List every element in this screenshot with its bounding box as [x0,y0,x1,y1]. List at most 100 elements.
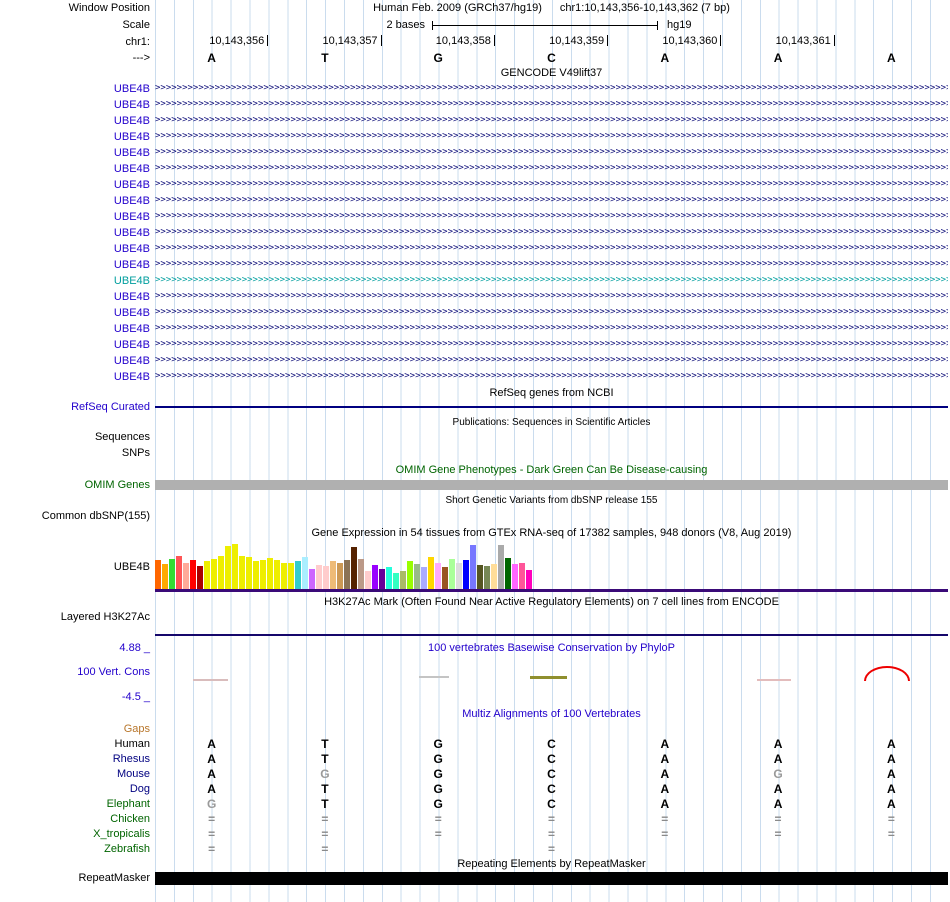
gencode-transcript-row[interactable]: UBE4B >>>>>>>>>>>>>>>>>>>>>>>>>>>>>>>>>>>… [0,113,950,129]
species-name-label[interactable]: Elephant [0,797,150,812]
species-alignment-row[interactable]: Elephant G T G C A A A [0,797,950,812]
gencode-transcript-row[interactable]: UBE4B >>>>>>>>>>>>>>>>>>>>>>>>>>>>>>>>>>>… [0,193,950,209]
intron-direction-arrows[interactable]: >>>>>>>>>>>>>>>>>>>>>>>>>>>>>>>>>>>>>>>>… [155,305,948,321]
gene-name-label[interactable]: UBE4B [0,97,150,113]
gtex-tissue-bar[interactable] [365,571,371,590]
gtex-tissue-bar[interactable] [372,565,378,590]
gtex-tissue-bar[interactable] [505,558,511,590]
gtex-tissue-bar[interactable] [204,561,210,590]
gene-name-label[interactable]: UBE4B [0,145,150,161]
gene-name-label[interactable]: UBE4B [0,113,150,129]
gtex-tissue-bar[interactable] [463,560,469,590]
gtex-tissue-bar[interactable] [246,557,252,590]
intron-direction-arrows[interactable]: >>>>>>>>>>>>>>>>>>>>>>>>>>>>>>>>>>>>>>>>… [155,257,948,273]
gtex-tissue-bar[interactable] [400,571,406,590]
intron-direction-arrows[interactable]: >>>>>>>>>>>>>>>>>>>>>>>>>>>>>>>>>>>>>>>>… [155,353,948,369]
gene-name-label[interactable]: UBE4B [0,273,150,289]
refseq-curated-row[interactable]: RefSeq Curated [0,400,950,414]
gtex-tissue-bar[interactable] [442,567,448,590]
omim-genes-track[interactable] [155,478,948,493]
gencode-transcript-row[interactable]: UBE4B >>>>>>>>>>>>>>>>>>>>>>>>>>>>>>>>>>>… [0,353,950,369]
repeatmasker-element-bar[interactable] [155,872,948,885]
species-alignment-row[interactable]: Rhesus A T G C A A A [0,752,950,767]
gencode-transcript-row[interactable]: UBE4B >>>>>>>>>>>>>>>>>>>>>>>>>>>>>>>>>>>… [0,369,950,385]
gtex-tissue-bar[interactable] [218,556,224,590]
species-alignment-row[interactable]: Zebrafish = = = [0,842,950,857]
gtex-tissue-bar[interactable] [393,573,399,590]
gtex-tissue-bar[interactable] [253,561,259,590]
gencode-transcript-row[interactable]: UBE4B >>>>>>>>>>>>>>>>>>>>>>>>>>>>>>>>>>>… [0,241,950,257]
gencode-transcript-row[interactable]: UBE4B >>>>>>>>>>>>>>>>>>>>>>>>>>>>>>>>>>>… [0,177,950,193]
intron-direction-arrows[interactable]: >>>>>>>>>>>>>>>>>>>>>>>>>>>>>>>>>>>>>>>>… [155,289,948,305]
gtex-tissue-bar[interactable] [456,563,462,590]
intron-direction-arrows[interactable]: >>>>>>>>>>>>>>>>>>>>>>>>>>>>>>>>>>>>>>>>… [155,369,948,385]
gene-name-label[interactable]: UBE4B [0,225,150,241]
refseq-gene-line[interactable] [155,406,948,408]
omim-genes-row[interactable]: OMIM Genes [0,478,950,493]
species-name-label[interactable]: Human [0,737,150,752]
gtex-tissue-bar[interactable] [155,560,161,590]
repeatmasker-label[interactable]: RepeatMasker [0,871,150,886]
intron-direction-arrows[interactable]: >>>>>>>>>>>>>>>>>>>>>>>>>>>>>>>>>>>>>>>>… [155,337,948,353]
gtex-tissue-bar[interactable] [407,561,413,590]
intron-direction-arrows[interactable]: >>>>>>>>>>>>>>>>>>>>>>>>>>>>>>>>>>>>>>>>… [155,113,948,129]
omim-gene-bar[interactable] [155,480,948,490]
phylop-label[interactable]: 100 Vert. Cons [0,665,150,680]
gtex-tissue-bar[interactable] [519,563,525,590]
gene-name-label[interactable]: UBE4B [0,241,150,257]
gencode-transcript-row[interactable]: UBE4B >>>>>>>>>>>>>>>>>>>>>>>>>>>>>>>>>>>… [0,321,950,337]
gene-name-label[interactable]: UBE4B [0,177,150,193]
gene-name-label[interactable]: UBE4B [0,161,150,177]
multiz-gaps-row[interactable]: Gaps [0,722,950,736]
gtex-gene-label[interactable]: UBE4B [0,560,150,575]
gtex-tissue-bar[interactable] [211,559,217,590]
gtex-tissue-bar[interactable] [274,560,280,590]
gene-name-label[interactable]: UBE4B [0,337,150,353]
gtex-tissue-bar[interactable] [239,556,245,590]
dbsnp-label[interactable]: Common dbSNP(155) [0,509,150,524]
species-alignment-row[interactable]: Mouse A G G C A G A [0,767,950,782]
gtex-tissue-bar[interactable] [414,564,420,590]
snps-label[interactable]: SNPs [0,446,150,461]
gtex-tissue-bar[interactable] [484,566,490,590]
intron-direction-arrows[interactable]: >>>>>>>>>>>>>>>>>>>>>>>>>>>>>>>>>>>>>>>>… [155,225,948,241]
gtex-tissue-bar[interactable] [512,564,518,590]
publications-sequences-row[interactable]: Sequences [0,430,950,445]
gtex-tissue-bar[interactable] [470,545,476,590]
intron-direction-arrows[interactable]: >>>>>>>>>>>>>>>>>>>>>>>>>>>>>>>>>>>>>>>>… [155,81,948,97]
species-alignment-row[interactable]: Dog A T G C A A A [0,782,950,797]
gene-name-label[interactable]: UBE4B [0,209,150,225]
gtex-tissue-bar[interactable] [344,560,350,590]
gencode-transcript-row[interactable]: UBE4B >>>>>>>>>>>>>>>>>>>>>>>>>>>>>>>>>>>… [0,257,950,273]
species-name-label[interactable]: Dog [0,782,150,797]
h3k27ac-row[interactable]: Layered H3K27Ac [0,610,950,625]
species-name-label[interactable]: Chicken [0,812,150,827]
gtex-tissue-bar[interactable] [225,546,231,590]
gtex-tissue-bar[interactable] [526,570,532,590]
gtex-tissue-bar[interactable] [190,560,196,590]
gencode-transcript-row[interactable]: UBE4B >>>>>>>>>>>>>>>>>>>>>>>>>>>>>>>>>>>… [0,97,950,113]
gencode-transcript-row[interactable]: UBE4B >>>>>>>>>>>>>>>>>>>>>>>>>>>>>>>>>>>… [0,161,950,177]
gtex-tissue-bar[interactable] [232,544,238,590]
gtex-tissue-bar[interactable] [428,557,434,590]
gtex-tissue-bar[interactable] [169,559,175,590]
intron-direction-arrows[interactable]: >>>>>>>>>>>>>>>>>>>>>>>>>>>>>>>>>>>>>>>>… [155,97,948,113]
gtex-tissue-bar[interactable] [176,556,182,590]
gene-name-label[interactable]: UBE4B [0,193,150,209]
h3k27ac-signal-line[interactable] [155,634,948,636]
gtex-tissue-bar[interactable] [435,563,441,590]
refseq-curated-track[interactable] [155,400,948,414]
gencode-transcript-row[interactable]: UBE4B >>>>>>>>>>>>>>>>>>>>>>>>>>>>>>>>>>>… [0,273,950,289]
species-name-label[interactable]: Mouse [0,767,150,782]
gene-name-label[interactable]: UBE4B [0,289,150,305]
gtex-tissue-bar[interactable] [491,564,497,590]
species-name-label[interactable]: Rhesus [0,752,150,767]
omim-genes-label[interactable]: OMIM Genes [0,478,150,493]
h3k27ac-label[interactable]: Layered H3K27Ac [0,610,150,625]
gene-name-label[interactable]: UBE4B [0,369,150,385]
intron-direction-arrows[interactable]: >>>>>>>>>>>>>>>>>>>>>>>>>>>>>>>>>>>>>>>>… [155,177,948,193]
gene-name-label[interactable]: UBE4B [0,257,150,273]
gene-name-label[interactable]: UBE4B [0,81,150,97]
species-name-label[interactable]: X_tropicalis [0,827,150,842]
gtex-tissue-bar[interactable] [316,565,322,590]
